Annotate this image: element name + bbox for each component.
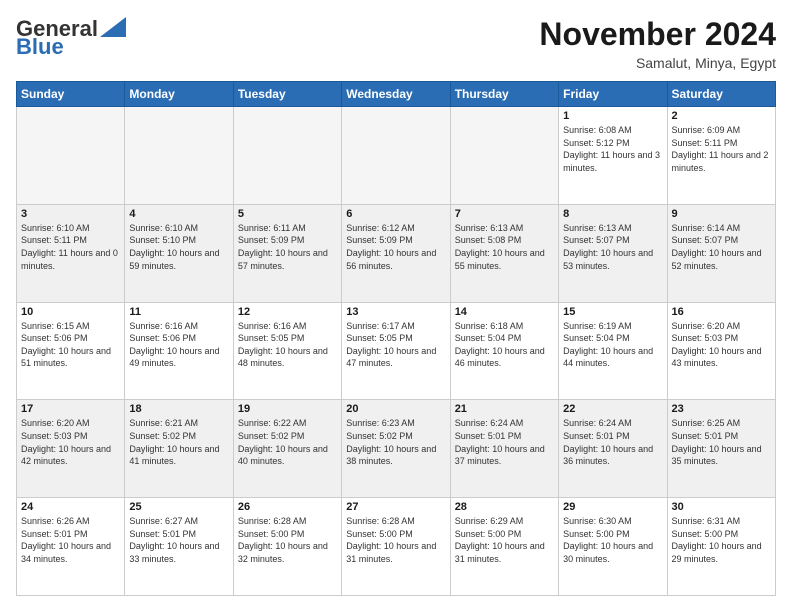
logo: General Blue [16, 16, 126, 60]
table-row: 18Sunrise: 6:21 AMSunset: 5:02 PMDayligh… [125, 400, 233, 498]
table-row: 13Sunrise: 6:17 AMSunset: 5:05 PMDayligh… [342, 302, 450, 400]
page: General Blue November 2024 Samalut, Miny… [0, 0, 792, 612]
table-row: 28Sunrise: 6:29 AMSunset: 5:00 PMDayligh… [450, 498, 558, 596]
table-row: 4Sunrise: 6:10 AMSunset: 5:10 PMDaylight… [125, 204, 233, 302]
table-row [233, 107, 341, 205]
table-row: 3Sunrise: 6:10 AMSunset: 5:11 PMDaylight… [17, 204, 125, 302]
table-row: 15Sunrise: 6:19 AMSunset: 5:04 PMDayligh… [559, 302, 667, 400]
table-row: 19Sunrise: 6:22 AMSunset: 5:02 PMDayligh… [233, 400, 341, 498]
table-row: 2Sunrise: 6:09 AMSunset: 5:11 PMDaylight… [667, 107, 775, 205]
table-row: 21Sunrise: 6:24 AMSunset: 5:01 PMDayligh… [450, 400, 558, 498]
header: General Blue November 2024 Samalut, Miny… [16, 16, 776, 71]
table-row: 30Sunrise: 6:31 AMSunset: 5:00 PMDayligh… [667, 498, 775, 596]
calendar: Sunday Monday Tuesday Wednesday Thursday… [16, 81, 776, 596]
title-section: November 2024 Samalut, Minya, Egypt [539, 16, 776, 71]
table-row: 11Sunrise: 6:16 AMSunset: 5:06 PMDayligh… [125, 302, 233, 400]
table-row: 12Sunrise: 6:16 AMSunset: 5:05 PMDayligh… [233, 302, 341, 400]
table-row: 22Sunrise: 6:24 AMSunset: 5:01 PMDayligh… [559, 400, 667, 498]
logo-blue: Blue [16, 34, 64, 60]
table-row: 26Sunrise: 6:28 AMSunset: 5:00 PMDayligh… [233, 498, 341, 596]
col-sunday: Sunday [17, 82, 125, 107]
table-row: 24Sunrise: 6:26 AMSunset: 5:01 PMDayligh… [17, 498, 125, 596]
col-monday: Monday [125, 82, 233, 107]
month-title: November 2024 [539, 16, 776, 53]
calendar-header-row: Sunday Monday Tuesday Wednesday Thursday… [17, 82, 776, 107]
table-row [17, 107, 125, 205]
table-row: 16Sunrise: 6:20 AMSunset: 5:03 PMDayligh… [667, 302, 775, 400]
table-row: 5Sunrise: 6:11 AMSunset: 5:09 PMDaylight… [233, 204, 341, 302]
logo-icon [100, 17, 126, 37]
table-row: 7Sunrise: 6:13 AMSunset: 5:08 PMDaylight… [450, 204, 558, 302]
location: Samalut, Minya, Egypt [539, 55, 776, 71]
table-row: 9Sunrise: 6:14 AMSunset: 5:07 PMDaylight… [667, 204, 775, 302]
col-saturday: Saturday [667, 82, 775, 107]
table-row: 10Sunrise: 6:15 AMSunset: 5:06 PMDayligh… [17, 302, 125, 400]
table-row [125, 107, 233, 205]
table-row: 20Sunrise: 6:23 AMSunset: 5:02 PMDayligh… [342, 400, 450, 498]
table-row: 23Sunrise: 6:25 AMSunset: 5:01 PMDayligh… [667, 400, 775, 498]
table-row: 14Sunrise: 6:18 AMSunset: 5:04 PMDayligh… [450, 302, 558, 400]
table-row: 27Sunrise: 6:28 AMSunset: 5:00 PMDayligh… [342, 498, 450, 596]
col-thursday: Thursday [450, 82, 558, 107]
table-row: 17Sunrise: 6:20 AMSunset: 5:03 PMDayligh… [17, 400, 125, 498]
col-tuesday: Tuesday [233, 82, 341, 107]
col-friday: Friday [559, 82, 667, 107]
col-wednesday: Wednesday [342, 82, 450, 107]
table-row [450, 107, 558, 205]
table-row: 25Sunrise: 6:27 AMSunset: 5:01 PMDayligh… [125, 498, 233, 596]
table-row [342, 107, 450, 205]
table-row: 1Sunrise: 6:08 AMSunset: 5:12 PMDaylight… [559, 107, 667, 205]
table-row: 6Sunrise: 6:12 AMSunset: 5:09 PMDaylight… [342, 204, 450, 302]
table-row: 8Sunrise: 6:13 AMSunset: 5:07 PMDaylight… [559, 204, 667, 302]
table-row: 29Sunrise: 6:30 AMSunset: 5:00 PMDayligh… [559, 498, 667, 596]
